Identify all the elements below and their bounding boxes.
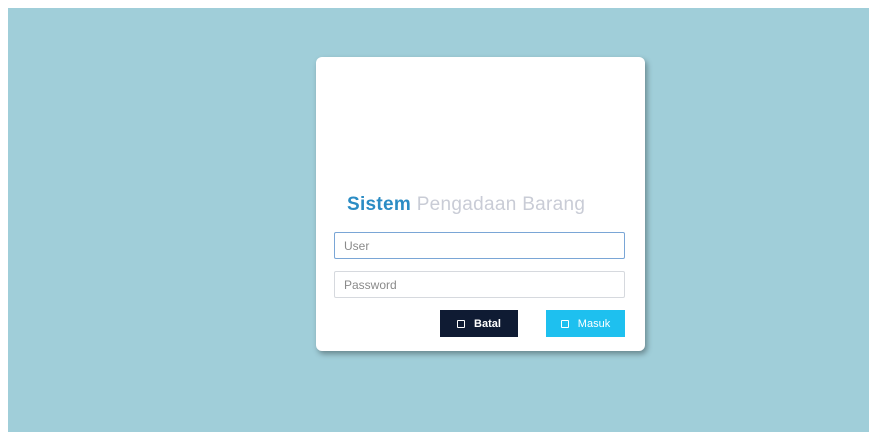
app-title-strong: Sistem <box>347 194 412 215</box>
square-icon <box>560 319 569 328</box>
app-title-light: Pengadaan Barang <box>416 194 586 215</box>
app-title: Sistem Pengadaan Barang <box>347 194 585 216</box>
login-card: Sistem Pengadaan Barang Batal Masuk <box>316 57 645 351</box>
password-input[interactable] <box>334 271 625 298</box>
user-input[interactable] <box>334 232 625 259</box>
cancel-button-label: Batal <box>474 317 501 330</box>
login-button[interactable]: Masuk <box>546 310 625 337</box>
square-icon <box>457 319 466 328</box>
login-button-label: Masuk <box>577 317 611 330</box>
cancel-button[interactable]: Batal <box>440 310 518 337</box>
page-background: Sistem Pengadaan Barang Batal Masuk <box>8 8 869 432</box>
